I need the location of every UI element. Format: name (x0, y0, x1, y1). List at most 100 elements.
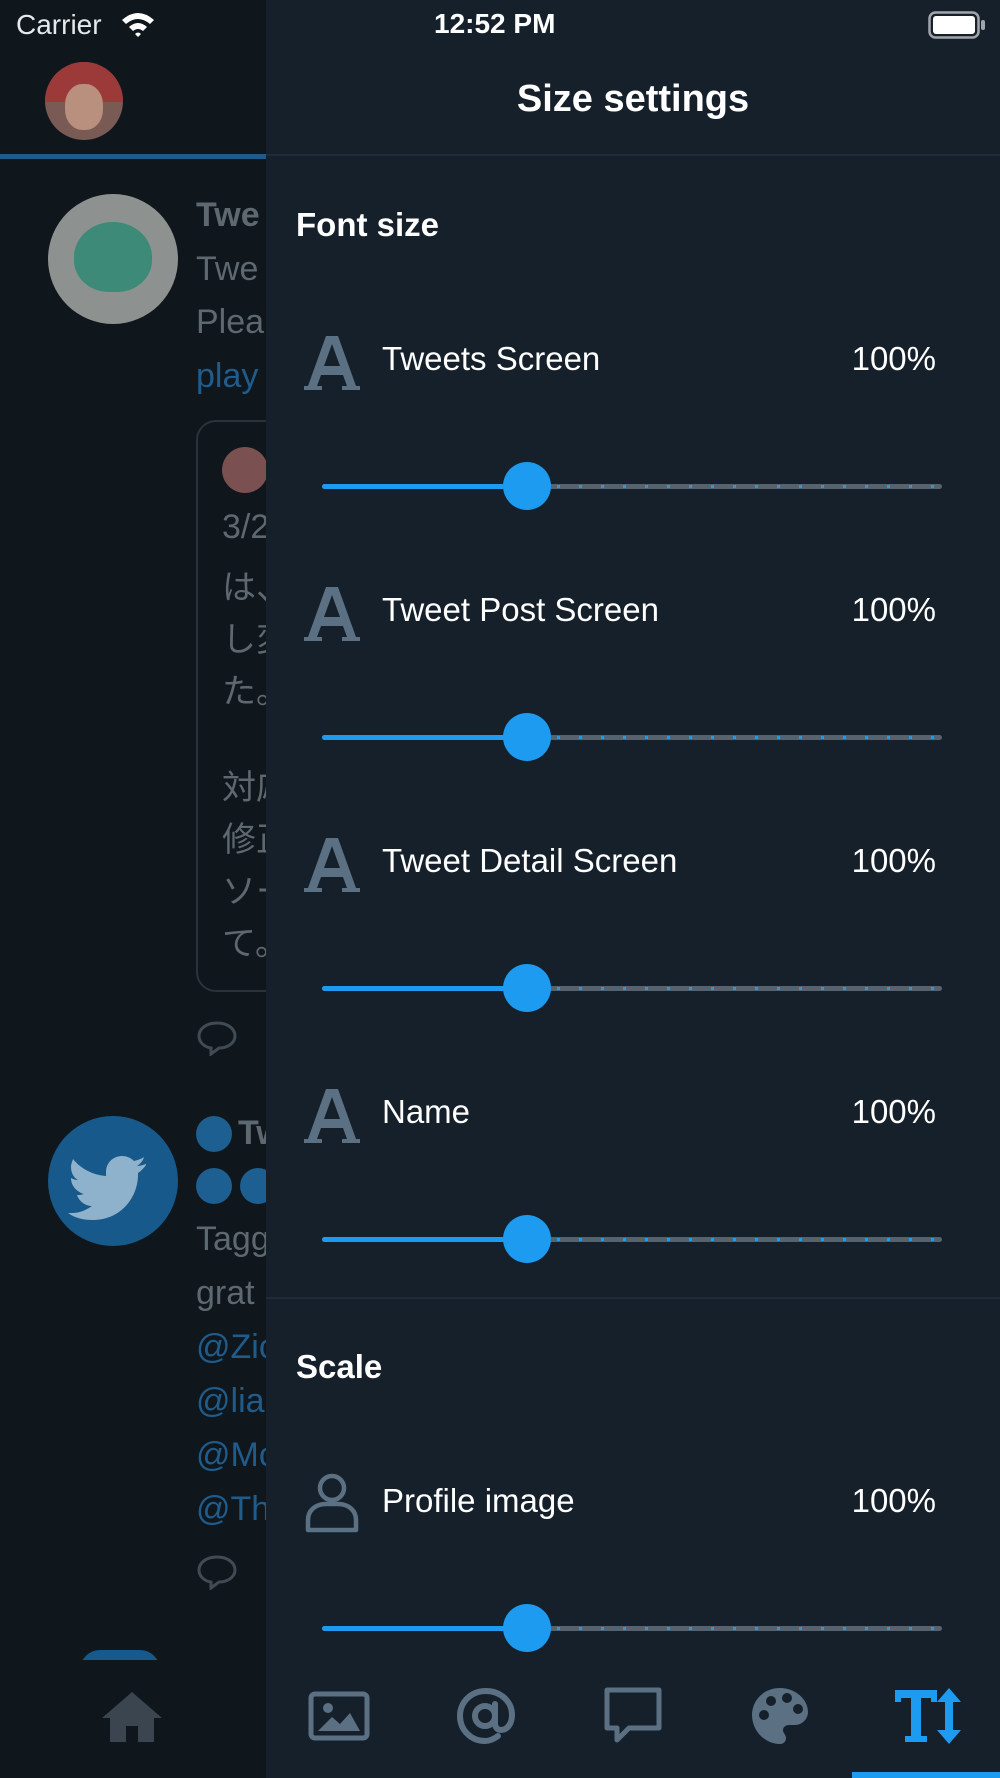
setting-value: 100% (851, 1093, 936, 1130)
mention-link: @Zic (196, 1328, 266, 1366)
slider-tick (843, 736, 846, 739)
setting-value: 100% (851, 842, 936, 879)
slider-tick (667, 1238, 670, 1241)
slider-tick (777, 1238, 780, 1241)
slider-tick (645, 1627, 648, 1630)
mention-link: @Mc (196, 1436, 266, 1474)
slider-tick (733, 485, 736, 488)
slider-tick (755, 1238, 758, 1241)
panel-title: Size settings (516, 78, 750, 120)
slider-ticks (557, 736, 934, 739)
setting-tweets-screen: Tweets Screen 100% (266, 330, 1000, 450)
name-slider[interactable] (322, 1214, 942, 1264)
slider-tick (579, 1627, 582, 1630)
slider-tick (711, 736, 714, 739)
scale-section-title: Scale (296, 1348, 383, 1385)
slider-tick (843, 987, 846, 990)
slider-tick (557, 987, 560, 990)
slider-tick (887, 485, 890, 488)
home-tab[interactable] (92, 1678, 172, 1754)
slider-tick (557, 1238, 560, 1241)
font-size-section-title: Font size (296, 206, 440, 243)
wifi-icon (122, 13, 154, 37)
slider-tick (909, 1627, 912, 1630)
status-bar: Carrier 12:52 PM (0, 0, 1000, 50)
quoted-tweet-avatar (222, 447, 266, 493)
slider-ticks (557, 1627, 934, 1630)
setting-label: Tweet Post Screen (382, 591, 659, 628)
slider-tick (909, 485, 912, 488)
slider-thumb[interactable] (503, 1215, 551, 1263)
tweets-screen-slider[interactable] (322, 461, 942, 511)
slider-tick (733, 1627, 736, 1630)
media-tab[interactable] (299, 1678, 379, 1754)
mention-link: @Th (196, 1490, 266, 1528)
tweet-link: play (196, 357, 259, 395)
slider-tick (557, 485, 560, 488)
slider-tick (931, 736, 934, 739)
slider-tick (843, 1238, 846, 1241)
slider-tick (601, 987, 604, 990)
slider-thumb[interactable] (503, 1604, 551, 1652)
mention-link: @lia (196, 1382, 265, 1420)
quote-text-line: は、 (222, 569, 266, 607)
slider-tick (645, 1238, 648, 1241)
slider-thumb[interactable] (503, 964, 551, 1012)
slider-tick (689, 987, 692, 990)
setting-tweet-post-screen: Tweet Post Screen 100% (266, 581, 1000, 701)
setting-tweet-detail-screen: Tweet Detail Screen 100% (266, 832, 1000, 952)
slider-thumb[interactable] (503, 713, 551, 761)
slider-tick (799, 485, 802, 488)
tweet-text-line: grat (196, 1274, 255, 1312)
divider (266, 1297, 1000, 1299)
messages-tab[interactable] (593, 1678, 673, 1754)
slider-tick (931, 1238, 934, 1241)
setting-name: Name 100% (266, 1083, 1000, 1203)
quote-text-line: 対応 (222, 769, 266, 807)
setting-value: 100% (851, 340, 936, 377)
slider-tick (601, 736, 604, 739)
slider-tick (645, 987, 648, 990)
slider-tick (909, 987, 912, 990)
theme-tab[interactable] (740, 1678, 820, 1754)
slider-tick (733, 987, 736, 990)
slider-tick (733, 736, 736, 739)
slider-tick (931, 485, 934, 488)
setting-label: Tweets Screen (382, 340, 601, 377)
at-icon (456, 1687, 516, 1745)
slider-tick (711, 1238, 714, 1241)
slider-tick (623, 485, 626, 488)
quote-text-line: た。 (222, 673, 266, 711)
battery-icon (928, 11, 985, 39)
slider-tick (821, 736, 824, 739)
home-icon (102, 1692, 162, 1742)
slider-tick (711, 1627, 714, 1630)
slider-tick (821, 485, 824, 488)
quote-text-line: 3/2 (222, 508, 266, 546)
slider-tick (711, 485, 714, 488)
slider-tick (799, 1238, 802, 1241)
mentions-tab[interactable] (446, 1678, 526, 1754)
profile-image-slider[interactable] (322, 1603, 942, 1653)
slider-tick (601, 485, 604, 488)
slider-thumb[interactable] (503, 462, 551, 510)
slider-tick (821, 1627, 824, 1630)
slider-tick (579, 485, 582, 488)
tweet-detail-screen-slider[interactable] (322, 963, 942, 1013)
slider-tick (865, 485, 868, 488)
verified-badge-icon (196, 1116, 232, 1152)
divider (266, 154, 1000, 156)
slider-tick (799, 736, 802, 739)
slider-tick (931, 1627, 934, 1630)
slider-tick (909, 736, 912, 739)
tweet-author-name: Tw (238, 1114, 266, 1152)
slider-tick (623, 987, 626, 990)
reply-icon (197, 1021, 237, 1056)
slider-tick (777, 987, 780, 990)
slider-tick (843, 485, 846, 488)
tweet-post-screen-slider[interactable] (322, 712, 942, 762)
size-settings-tab[interactable] (888, 1678, 968, 1754)
quote-text-line: 修正 (222, 821, 266, 859)
timeline-backdrop[interactable]: Twe Twe Plea play 3/2 は、 し変 た。 対応 修正 ソー … (0, 0, 266, 1778)
slider-tick (601, 1627, 604, 1630)
